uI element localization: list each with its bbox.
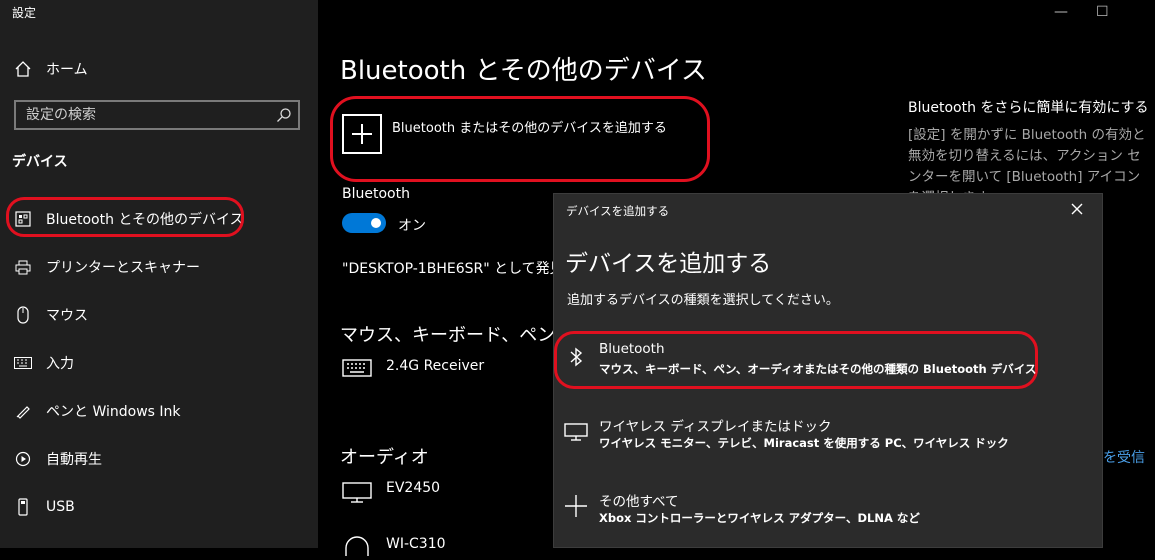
related-text: [設定] を開かずに Bluetooth の有効と無効を切り替えるには、アクショ… <box>908 127 1146 195</box>
sidebar-item-label: ペンと Windows Ink <box>46 404 181 420</box>
pen-icon <box>14 402 32 420</box>
sidebar-item-label: 自動再生 <box>46 452 102 468</box>
highlight-ring <box>6 197 244 237</box>
sidebar-item-label: マウス <box>46 308 88 324</box>
bluetooth-toggle[interactable] <box>342 213 386 233</box>
keyboard-icon <box>14 354 32 372</box>
dialog-subtitle: 追加するデバイスの種類を選択してください。 <box>567 293 839 308</box>
option-desc: Xbox コントローラーとワイヤレス アダプター、DLNA など <box>599 511 920 525</box>
bluetooth-icon <box>570 347 583 367</box>
sidebar-item-mouse[interactable]: マウス <box>0 291 318 339</box>
sidebar-item-label: プリンターとスキャナー <box>46 260 200 276</box>
search-input[interactable] <box>26 106 266 124</box>
minimize-button[interactable]: — <box>1054 4 1068 20</box>
related-link[interactable]: を受信 <box>1103 447 1145 467</box>
device-item[interactable]: WI-C310 <box>342 536 446 560</box>
app-title: 設定 <box>12 6 37 20</box>
headphones-icon <box>345 536 369 556</box>
discoverable-text: "DESKTOP-1BHE6SR" として発見可 <box>342 261 554 277</box>
sidebar-item-input[interactable]: 入力 <box>0 339 318 387</box>
highlight-ring <box>330 96 710 182</box>
home-link[interactable]: ホーム <box>14 57 88 81</box>
sidebar-item-autoplay[interactable]: 自動再生 <box>0 435 318 483</box>
keyboard-icon <box>342 359 372 377</box>
device-item[interactable]: 2.4G Receiver <box>342 358 484 378</box>
section-audio: オーディオ <box>340 447 429 468</box>
sidebar-item-bluetooth[interactable]: Bluetooth とその他のデバイス <box>0 195 318 243</box>
close-icon[interactable] <box>1068 200 1086 218</box>
settings-search[interactable] <box>14 100 300 130</box>
sidebar-section-heading: デバイス <box>12 154 68 170</box>
maximize-button[interactable]: ☐ <box>1096 4 1109 20</box>
plus-icon <box>565 495 587 517</box>
sidebar-item-label: 入力 <box>46 356 74 372</box>
toggle-state: オン <box>398 218 426 234</box>
related-heading: Bluetooth をさらに簡単に有効にする <box>908 100 1149 116</box>
autoplay-icon <box>14 450 32 468</box>
sidebar-nav: Bluetooth とその他のデバイス プリンターとスキャナー マウス 入力 ペ… <box>0 195 318 531</box>
device-name: WI-C310 <box>386 536 446 552</box>
device-name: EV2450 <box>386 480 441 496</box>
device-name: 2.4G Receiver <box>386 358 485 374</box>
section-mouse-keyboard-pen: マウス、キーボード、ペン <box>340 325 556 346</box>
monitor-icon <box>342 482 372 503</box>
display-icon <box>564 423 588 441</box>
search-icon[interactable] <box>276 107 292 123</box>
add-device-label[interactable]: Bluetooth またはその他のデバイスを追加する <box>392 117 667 136</box>
sidebar: 設定 ホーム デバイス Bluetooth とその他のデバイス プリンターとスキ… <box>0 0 318 548</box>
option-title: Bluetooth <box>599 341 665 357</box>
sidebar-item-label: USB <box>46 499 75 515</box>
dialog-title: デバイスを追加する <box>565 251 772 277</box>
add-device-dialog: デバイスを追加する デバイスを追加する 追加するデバイスの種類を選択してください… <box>553 193 1103 548</box>
printer-icon <box>14 258 32 276</box>
home-label: ホーム <box>46 62 88 78</box>
home-icon <box>15 61 31 77</box>
device-item[interactable]: EV2450 <box>342 480 440 504</box>
option-title: ワイヤレス ディスプレイまたはドック <box>599 419 832 435</box>
page-title: Bluetooth とその他のデバイス <box>340 56 707 86</box>
option-bluetooth[interactable]: Bluetooth マウス、キーボード、ペン、オーディオまたはその他の種類の B… <box>562 335 1092 391</box>
option-everything-else[interactable]: その他すべて Xbox コントローラーとワイヤレス アダプター、DLNA など <box>562 484 1092 540</box>
option-desc: マウス、キーボード、ペン、オーディオまたはその他の種類の Bluetooth デ… <box>599 362 1037 376</box>
bluetooth-label: Bluetooth <box>342 186 410 202</box>
option-wireless-display[interactable]: ワイヤレス ディスプレイまたはドック ワイヤレス モニター、テレビ、Miraca… <box>562 409 1092 465</box>
dialog-bar-title: デバイスを追加する <box>566 204 670 218</box>
sidebar-item-printers[interactable]: プリンターとスキャナー <box>0 243 318 291</box>
usb-icon <box>14 498 32 516</box>
sidebar-item-pen[interactable]: ペンと Windows Ink <box>0 387 318 435</box>
option-title: その他すべて <box>599 494 679 510</box>
sidebar-item-usb[interactable]: USB <box>0 483 318 531</box>
mouse-icon <box>14 306 32 324</box>
option-desc: ワイヤレス モニター、テレビ、Miracast を使用する PC、ワイヤレス ド… <box>599 436 1009 450</box>
add-device-button[interactable] <box>342 114 382 154</box>
